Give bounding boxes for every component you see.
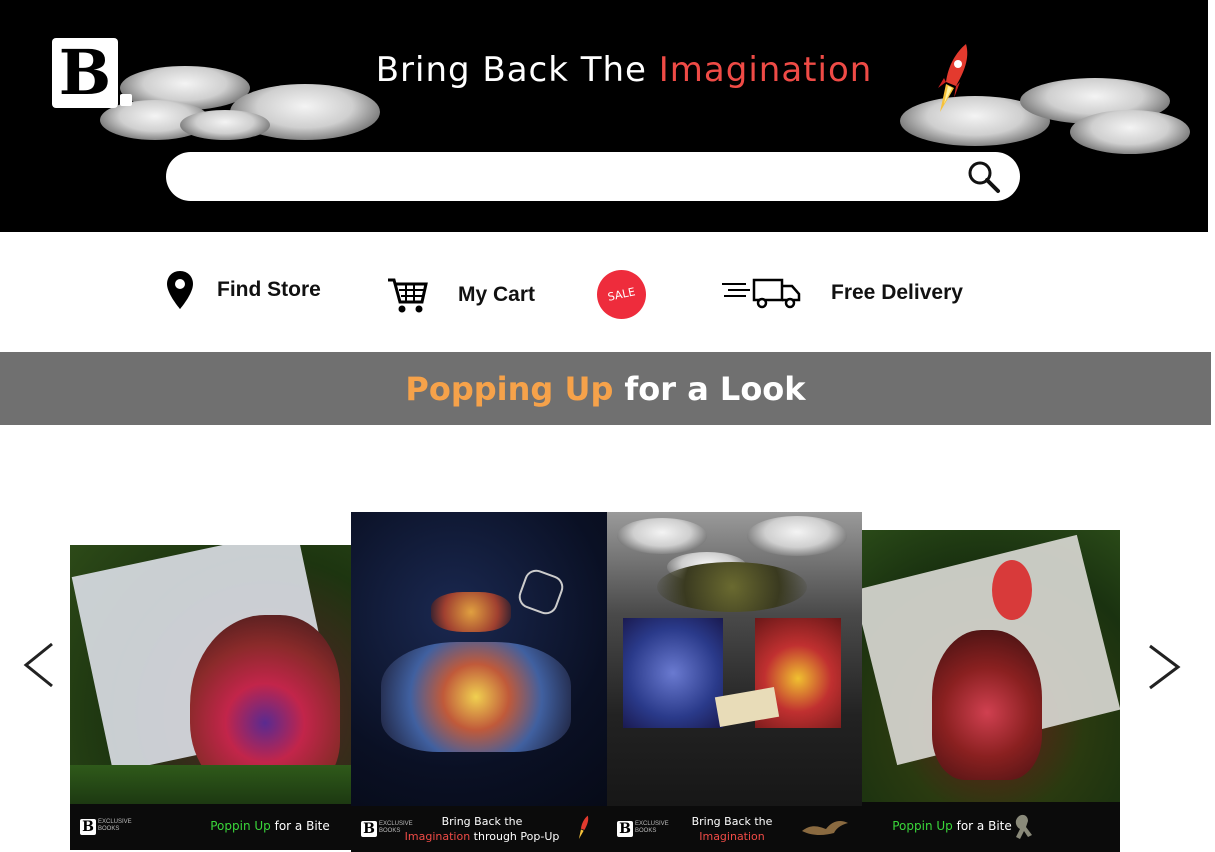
card-caption-rest: for a Bite (274, 819, 330, 833)
card-caption-highlight: Poppin Up (892, 819, 953, 833)
section-banner: Popping Up for a Look (0, 352, 1211, 425)
card-caption-rest: through Pop-Up (473, 830, 560, 843)
shopping-cart-icon (388, 278, 428, 313)
find-store-label: Find Store (217, 278, 321, 301)
spaceship-popup (381, 642, 571, 752)
card-logo: B (80, 819, 96, 835)
card-caption-highlight: Imagination (404, 830, 471, 843)
carousel-next-arrow[interactable] (1144, 642, 1184, 692)
card-footer: Poppin Up for a Bite (862, 802, 1120, 852)
my-cart-label: My Cart (458, 283, 536, 306)
book-cover-blue (623, 618, 723, 728)
card-caption-highlight: Imagination (699, 830, 765, 843)
dragon-icon (802, 821, 848, 835)
banner-text: for a Look (624, 369, 806, 408)
dinosaur-popup (932, 630, 1042, 780)
free-delivery-label: Free Delivery (831, 281, 963, 304)
banner-highlight: Popping Up (405, 369, 614, 408)
delivery-truck-icon (722, 278, 801, 309)
rocket-icon (938, 44, 968, 112)
card-caption-highlight: Poppin Up (210, 819, 271, 833)
location-pin-icon (167, 271, 193, 309)
carousel-card[interactable]: B EXCLUSIVE BOOKS Bring Back the Imagina… (607, 512, 862, 852)
card-caption: Bring Back the Imagination (677, 814, 787, 844)
card-footer: B EXCLUSIVE BOOKS Bring Back the Imagina… (351, 806, 608, 852)
card-footer: B EXCLUSIVE BOOKS Poppin Up for a Bite (70, 804, 352, 850)
card-logo: B (361, 821, 377, 837)
my-cart-link[interactable]: My Cart (386, 276, 535, 314)
sale-badge[interactable]: SALE (592, 265, 651, 324)
search-input[interactable] (190, 160, 950, 193)
search-icon[interactable] (966, 159, 1002, 195)
card-caption: Bring Back the Imagination through Pop-U… (387, 814, 577, 844)
spaceship-popup (515, 566, 567, 618)
cloud-decoration (1070, 110, 1190, 154)
card-caption: Poppin Up for a Bite (190, 819, 350, 834)
card-logo: B (617, 821, 633, 837)
card-caption-line1: Bring Back the (691, 815, 773, 828)
site-header: B Bring Back The Imagination (0, 0, 1208, 232)
search-bar (166, 152, 1020, 201)
dragon-popup (657, 562, 807, 612)
card-caption-line1: Bring Back the (441, 815, 523, 828)
carousel-card[interactable]: B EXCLUSIVE BOOKS Bring Back the Imagina… (351, 512, 608, 852)
find-store-link[interactable]: Find Store (166, 270, 321, 310)
carousel-card[interactable]: Poppin Up for a Bite (862, 530, 1120, 852)
carousel-card[interactable]: B EXCLUSIVE BOOKS Poppin Up for a Bite (70, 545, 352, 850)
carousel-prev-arrow[interactable] (20, 640, 60, 690)
spaceship-popup (431, 592, 511, 632)
dinosaur-popup (992, 560, 1032, 620)
free-delivery-link[interactable]: Free Delivery (722, 276, 963, 310)
tagline-main: Bring Back The (375, 50, 647, 90)
cloud-decoration (617, 518, 707, 554)
card-caption: Poppin Up for a Bite (872, 819, 1032, 834)
card-footer: B EXCLUSIVE BOOKS Bring Back the Imagina… (607, 806, 862, 852)
logo-dot (120, 94, 132, 106)
tagline-highlight: Imagination (658, 50, 873, 90)
dinosaur-icon (1015, 814, 1032, 839)
rocket-icon (578, 815, 589, 839)
site-tagline: Bring Back The Imagination (0, 50, 1208, 90)
cloud-decoration (180, 110, 270, 140)
cloud-decoration (747, 516, 847, 556)
card-brand-small: EXCLUSIVE BOOKS (635, 821, 669, 834)
card-brand-small: EXCLUSIVE BOOKS (98, 819, 132, 832)
card-caption-rest: for a Bite (956, 819, 1012, 833)
